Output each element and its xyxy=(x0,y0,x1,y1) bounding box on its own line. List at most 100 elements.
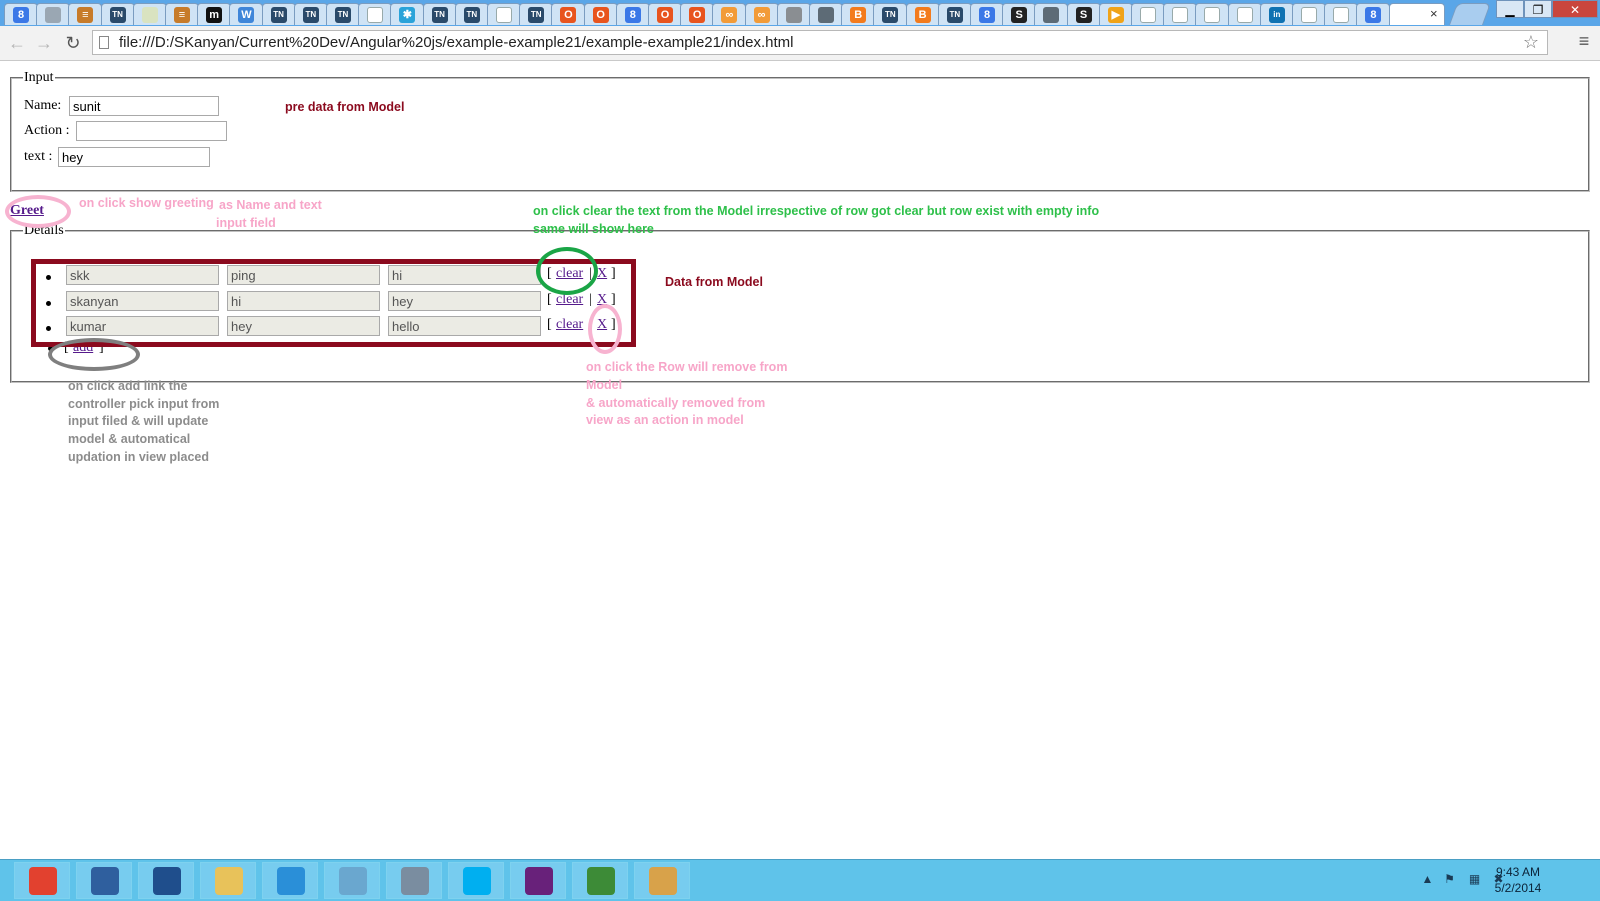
taskbar-app-button[interactable] xyxy=(634,862,690,899)
browser-tab[interactable] xyxy=(1292,3,1326,25)
taskbar-app-button[interactable] xyxy=(324,862,380,899)
show-hidden-icons-icon[interactable]: ▲ xyxy=(1421,873,1434,886)
taskbar-app-button[interactable] xyxy=(76,862,132,899)
taskbar-app-button[interactable] xyxy=(448,862,504,899)
browser-tab[interactable] xyxy=(1131,3,1165,25)
action-center-icon[interactable]: ⚑ xyxy=(1443,873,1456,886)
browser-tab[interactable]: B xyxy=(841,3,876,25)
tn-icon: TN xyxy=(270,7,287,23)
browser-tab[interactable] xyxy=(809,3,843,25)
s-icon: S xyxy=(1011,7,1028,23)
browser-tab[interactable]: TN xyxy=(422,3,457,25)
taskbar-app-button[interactable] xyxy=(200,862,256,899)
browser-tab[interactable]: TN xyxy=(937,3,972,25)
browser-tab[interactable]: ≡ xyxy=(68,3,103,25)
browser-tab[interactable]: ✱ xyxy=(390,3,425,25)
annotation-clear-2: same will show here xyxy=(533,222,654,236)
browser-tab[interactable]: TN xyxy=(326,3,360,25)
browser-tab[interactable] xyxy=(358,3,393,25)
browser-tab[interactable] xyxy=(1324,3,1359,25)
browser-tab[interactable] xyxy=(36,3,71,25)
photo-icon xyxy=(1043,7,1060,23)
bookmark-star-icon[interactable]: ☆ xyxy=(1523,32,1539,53)
browser-tab[interactable] xyxy=(487,3,521,25)
browser-toolbar: ← → ↻ file:///D:/SKanyan/Current%20Dev/A… xyxy=(0,26,1600,61)
browser-tab[interactable]: ∞ xyxy=(712,3,747,25)
browser-tab[interactable]: S xyxy=(1002,3,1037,25)
active-tab[interactable]: × xyxy=(1388,3,1445,25)
browser-tab[interactable]: O xyxy=(583,3,618,25)
clock-time: 9:43 AM xyxy=(1495,865,1541,879)
taskbar-app-button[interactable] xyxy=(262,862,318,899)
browser-tab[interactable]: 8 xyxy=(615,3,650,25)
taskbar-app-button[interactable] xyxy=(14,862,70,899)
browser-tab[interactable]: TN xyxy=(261,3,296,25)
browser-tab[interactable]: TN xyxy=(100,3,135,25)
visual-studio-icon xyxy=(525,867,553,895)
browser-tab[interactable]: O xyxy=(648,3,682,25)
page-icon xyxy=(1236,7,1253,23)
browser-tab[interactable] xyxy=(132,3,167,25)
taskbar-app-button[interactable] xyxy=(510,862,566,899)
name-input[interactable] xyxy=(69,96,219,116)
paint-icon xyxy=(649,867,677,895)
browser-tab[interactable]: S xyxy=(1066,3,1101,25)
browser-tab[interactable] xyxy=(776,3,811,25)
new-tab-button[interactable] xyxy=(1448,3,1491,25)
input-fieldset: Input xyxy=(10,70,1590,192)
address-url[interactable]: file:///D:/SKanyan/Current%20Dev/Angular… xyxy=(119,34,794,51)
browser-tab[interactable]: W xyxy=(229,3,264,25)
tray-clock[interactable]: 9:43 AM 5/2/2014 xyxy=(1478,864,1558,896)
tn-icon: TN xyxy=(335,7,351,23)
browser-tab[interactable]: in xyxy=(1259,3,1294,25)
page-icon xyxy=(1333,7,1350,23)
browser-tab[interactable]: m xyxy=(197,3,232,25)
taskbar-app-button[interactable] xyxy=(572,862,628,899)
browser-tab[interactable]: O xyxy=(551,3,586,25)
photo-icon xyxy=(818,7,834,23)
tn-italic-icon: TN xyxy=(463,7,480,23)
close-window-icon[interactable]: ✕ xyxy=(1552,0,1598,18)
browser-tab[interactable]: ≡ xyxy=(165,3,199,25)
browser-tab[interactable]: TN xyxy=(454,3,489,25)
browser-tab[interactable]: TN xyxy=(873,3,908,25)
browser-tab[interactable]: 8 xyxy=(970,3,1004,25)
restore-icon[interactable]: ❐ xyxy=(1524,0,1552,18)
chrome-menu-icon[interactable]: ≡ xyxy=(1576,32,1592,50)
browser-tab[interactable]: TN xyxy=(293,3,328,25)
google-icon: 8 xyxy=(1365,7,1382,23)
notepad-tablet-icon xyxy=(339,867,367,895)
reload-icon[interactable]: ↻ xyxy=(62,32,84,54)
browser-tab[interactable]: 8 xyxy=(1356,3,1391,25)
browser-tab[interactable]: 8 xyxy=(4,3,38,25)
close-tab-icon[interactable]: × xyxy=(1430,6,1438,21)
browser-tab[interactable] xyxy=(1195,3,1230,25)
browser-tab[interactable]: TN xyxy=(519,3,554,25)
chart-app-icon xyxy=(587,867,615,895)
browser-tab[interactable]: ▶ xyxy=(1098,3,1133,25)
taskbar-app-button[interactable] xyxy=(386,862,442,899)
browser-tab[interactable]: O xyxy=(680,3,715,25)
action-input[interactable] xyxy=(76,121,227,141)
browser-tab[interactable] xyxy=(1034,3,1069,25)
back-arrow-icon[interactable]: ← xyxy=(6,32,28,54)
internet-explorer-icon xyxy=(277,867,305,895)
forward-arrow-icon[interactable]: → xyxy=(33,32,55,54)
taskbar-app-button[interactable] xyxy=(138,862,194,899)
input-legend: Input xyxy=(24,70,54,85)
address-bar[interactable]: file:///D:/SKanyan/Current%20Dev/Angular… xyxy=(92,30,1548,55)
text-input[interactable] xyxy=(58,147,210,167)
blogger-icon: B xyxy=(850,7,867,23)
browser-tab[interactable]: B xyxy=(905,3,940,25)
annotation-remove-4: view as an action in model xyxy=(586,413,744,427)
browser-tab[interactable] xyxy=(1227,3,1262,25)
tab-strip: 8 ≡ TN ≡ m W TN TN TN ✱ TN TN TN O O 8 O O ∞ ∞ B TN B TN 8 S S ▶ in 8… xyxy=(0,0,1600,26)
browser-tab[interactable]: ∞ xyxy=(744,3,779,25)
rings-icon: ∞ xyxy=(721,7,738,23)
browser-tab[interactable] xyxy=(1163,3,1198,25)
atlassian-icon: ✱ xyxy=(399,7,416,23)
minimize-icon[interactable]: ▁ xyxy=(1496,0,1524,18)
office-icon: O xyxy=(657,7,673,23)
avatar-icon xyxy=(785,7,802,23)
powershell-icon xyxy=(153,867,181,895)
